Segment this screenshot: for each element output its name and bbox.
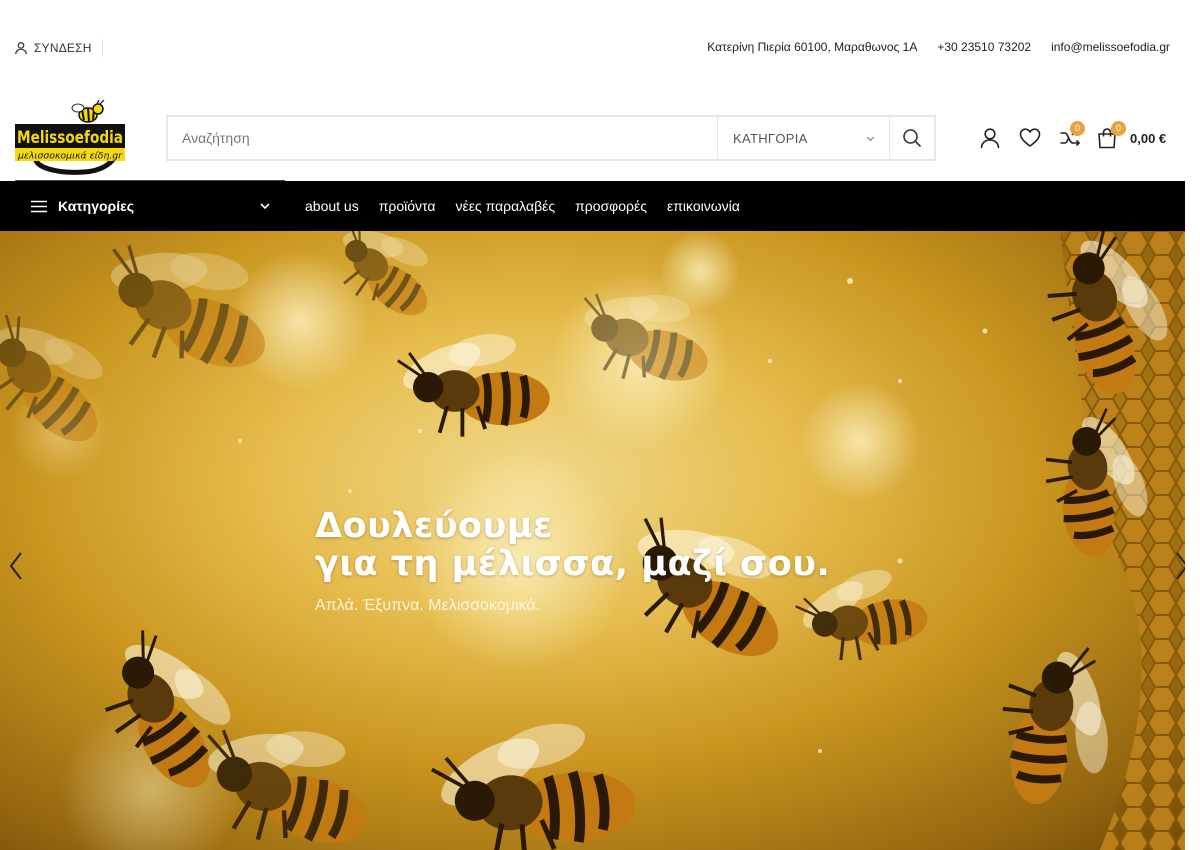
chevron-down-icon (866, 136, 875, 141)
top-bar: ΣΥΝΔΕΣΗ Κατερίνη Πιερία 60100, Μαραθωνος… (0, 0, 1185, 95)
hero-title: Δουλεύουμε για τη μέλισσα, μαζί σου. (315, 507, 830, 583)
wishlist-button[interactable] (1010, 125, 1050, 151)
logo-tagline: μελισσοκομικά είδη.gr (17, 152, 123, 162)
header-icons: 0 0 0,00 € (970, 121, 1167, 151)
nav-link-offers[interactable]: προσφορές (575, 198, 647, 214)
cart-total: 0,00 € (1130, 130, 1167, 146)
category-select-label: ΚΑΤΗΓΟΡΙΑ (733, 130, 808, 146)
compare-count-badge: 0 (1070, 121, 1085, 136)
account-button[interactable] (970, 125, 1010, 151)
hero-caption: Δουλεύουμε για τη μέλισσα, μαζί σου. Απλ… (315, 507, 830, 615)
categories-label: Κατηγορίες (58, 198, 135, 214)
chevron-right-icon (1176, 552, 1185, 580)
site-logo[interactable]: Melissoefodia μελισσοκομικά είδη.gr (14, 99, 127, 175)
slider-prev-button[interactable] (6, 549, 26, 583)
compare-button[interactable]: 0 (1050, 121, 1090, 151)
hero-slider: Δουλεύουμε για τη μέλισσα, μαζί σου. Απλ… (0, 231, 1185, 850)
hero-title-line-2: για τη μέλισσα, μαζί σου. (315, 544, 831, 584)
nav-link-new-arrivals[interactable]: νέες παραλαβές (455, 198, 555, 214)
cart-count-badge: 0 (1111, 121, 1126, 136)
categories-dropdown[interactable]: Κατηγορίες (15, 180, 285, 231)
search-input[interactable] (168, 117, 717, 159)
nav-menu: about us προϊόντα νέες παραλαβές προσφορ… (305, 181, 740, 231)
nav-link-about[interactable]: about us (305, 198, 359, 214)
search-button[interactable] (889, 117, 934, 159)
address: Κατερίνη Πιερία 60100, Μαραθωνος 1Α (707, 40, 918, 54)
category-select[interactable]: ΚΑΤΗΓΟΡΙΑ (717, 117, 889, 159)
search-bar: ΚΑΤΗΓΟΡΙΑ (166, 115, 936, 161)
login-label: ΣΥΝΔΕΣΗ (34, 41, 92, 55)
main-nav: Κατηγορίες about us προϊόντα νέες παραλα… (0, 180, 1185, 231)
chevron-down-icon (260, 203, 270, 210)
header: Melissoefodia μελισσοκομικά είδη.gr ΚΑΤΗ… (0, 95, 1185, 181)
contact-info: Κατερίνη Πιερία 60100, Μαραθωνος 1Α +30 … (707, 39, 1170, 55)
email-link[interactable]: info@melissoefodia.gr (1051, 39, 1170, 55)
slider-next-button[interactable] (1172, 549, 1185, 583)
user-icon (15, 41, 27, 55)
hero-subtitle: Απλά. Έξυπνα. Μελισσοκομικά. (315, 597, 540, 614)
nav-link-products[interactable]: προϊόντα (379, 198, 436, 214)
menu-icon (31, 200, 47, 212)
chevron-left-icon (9, 552, 22, 580)
logo-text: Melissoefodia (17, 128, 123, 148)
phone-link[interactable]: +30 23510 73202 (937, 39, 1031, 55)
bee-mascot-icon (71, 99, 105, 123)
search-icon (903, 129, 922, 148)
hero-title-line-1: Δουλεύουμε (315, 506, 553, 546)
cart-button[interactable]: 0 0,00 € (1094, 121, 1167, 151)
heart-icon (1019, 128, 1041, 147)
login-link[interactable]: ΣΥΝΔΕΣΗ (14, 39, 103, 57)
nav-link-contact[interactable]: επικοινωνία (667, 198, 740, 214)
user-icon (980, 128, 1000, 149)
